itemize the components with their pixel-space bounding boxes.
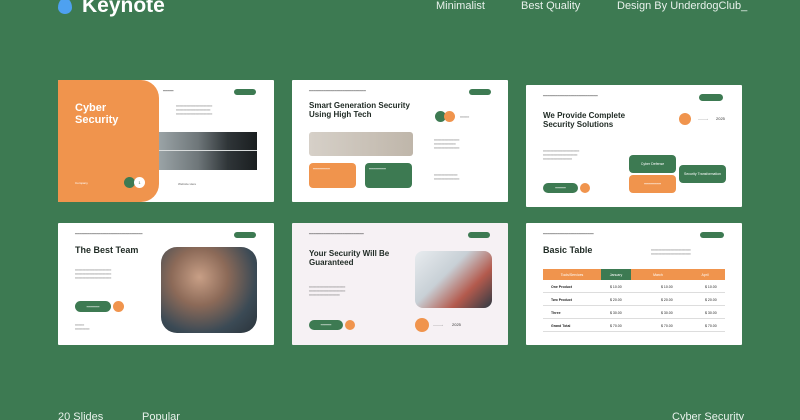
arrow-line: ———› xyxy=(433,323,443,327)
slide-thumbnail-2[interactable]: ━━━━━━━━━━━━━━━━━━━━━━━━━━━ Smart Genera… xyxy=(292,80,508,202)
slide-header: ━━━━━━━━━━━━━━━━━━━━━━━━━━━━━━━━ xyxy=(75,232,143,236)
dot-orange-2 xyxy=(580,183,590,193)
body-text: ━━━━━━━━━━━━━━━━━━━━━━━━━━━━━━━━━━━━━━━━… xyxy=(75,268,112,281)
feature-box-green: ━━━━━━━━ xyxy=(365,163,412,188)
header-pill xyxy=(700,232,724,238)
slide-thumbnail-5[interactable]: ━━━━━━━━━━━━━━━━━━━━━━━━━━ Your Security… xyxy=(292,223,508,345)
desk-photo xyxy=(309,132,413,156)
dot-orange xyxy=(679,113,691,125)
slide-title: The Best Team xyxy=(75,245,139,255)
dot-orange xyxy=(444,111,455,122)
row-label: Three xyxy=(551,311,561,315)
body-text: ━━━━━━━━━━━━━━━━━━━━━━━━━━━━━━━━━━━━━━━━… xyxy=(309,285,346,298)
row-label: One Product xyxy=(551,285,573,289)
brand-logo[interactable]: Keynote xyxy=(58,0,165,18)
header-pill xyxy=(699,94,723,101)
slide-thumbnail-3[interactable]: ━━━━━━━━━━━━━━━━━━━━━━━━━━ We Provide Co… xyxy=(526,85,742,207)
slide-title: Basic Table xyxy=(543,245,593,255)
cell: $ 70.00 xyxy=(610,324,622,328)
category-label: Cyber Security xyxy=(672,411,745,420)
home-icon xyxy=(415,318,429,332)
cell: $ 70.00 xyxy=(705,324,717,328)
slide-header: ━━━━━━━━━━━━━━━━━━━━━━━━━━ xyxy=(543,94,598,98)
col-header-tools: Tools/Services xyxy=(543,269,601,280)
arrow-line: ———› xyxy=(698,117,708,121)
side-note: ━━━━━ xyxy=(460,115,470,119)
header-pill xyxy=(234,232,256,238)
cyber-defense-box: Cyber Defense xyxy=(629,155,676,173)
slide-header: ━━━━━━━━━━━━━━━━━━━━━━━━━━━ xyxy=(309,89,366,93)
popular-label: Popular xyxy=(142,411,180,420)
table-row: Three $ 30.00 $ 30.00 $ 30.00 xyxy=(543,307,725,319)
year-label: 2025 xyxy=(716,116,725,121)
col-header-april: April xyxy=(685,269,725,280)
nav-minimalist[interactable]: Minimalist xyxy=(436,0,485,12)
row-label: Two Product xyxy=(551,298,572,302)
dot-orange xyxy=(345,320,355,330)
header-pill xyxy=(234,89,256,95)
cell: $ 30.00 xyxy=(705,311,717,315)
feature-box-orange: ━━━━━━━━ xyxy=(309,163,356,188)
cta-button[interactable]: ━━━━━━ xyxy=(75,301,111,312)
year-label: 2025 xyxy=(452,322,461,327)
cell: $ 10.00 xyxy=(705,285,717,289)
header-pill xyxy=(468,232,490,238)
slide-title: Your Security Will Be Guaranteed xyxy=(309,249,390,267)
office-photo xyxy=(415,251,492,308)
slide-header: ━━━━━━━━━━━━━━━━━━━━━━━━ xyxy=(543,232,594,236)
cell: $ 20.00 xyxy=(610,298,622,302)
cell: $ 20.00 xyxy=(661,298,673,302)
slide-thumbnail-6[interactable]: ━━━━━━━━━━━━━━━━━━━━━━━━ Basic Table ━━━… xyxy=(526,223,742,345)
orange-box: ━━━━━━━━ xyxy=(629,175,676,193)
nav-best-quality[interactable]: Best Quality xyxy=(521,0,580,12)
cell: $ 10.00 xyxy=(610,285,622,289)
body-text: ━━━━━━━━━━━━━━ ━━━━━━━━━━━━ ━━━━━━━━━━━━━━ xyxy=(434,138,460,151)
slide-thumbnail-1[interactable]: Cyber Security Company 1 ━━━━━ ━━━━━━━━━… xyxy=(58,80,274,202)
cta-button[interactable]: ━━━━━ xyxy=(309,320,343,330)
cell: $ 10.00 xyxy=(661,285,673,289)
cta-button[interactable]: ━━━━━ xyxy=(543,183,578,193)
row-label: Grand Total xyxy=(551,324,571,328)
top-bar: Keynote Minimalist Best Quality Design B… xyxy=(0,0,800,20)
body-text: ━━━━━━━━━━━━━━━━━━━━━━━━━━━━━━━━━━━━━━━━… xyxy=(543,149,580,162)
pier-photo xyxy=(159,132,257,170)
page-number: 1 xyxy=(134,177,145,188)
body-text-2: ━━━━━━━━━━━━━ ━━━━━━━━━━━━━━ xyxy=(434,173,460,182)
col-header-march: March xyxy=(631,269,685,280)
slide-header: ━━━━━━━━━━━━━━━━━━━━━━━━━━ xyxy=(309,232,364,236)
slide-title: We Provide Complete Security Solutions xyxy=(543,111,626,129)
dot-orange xyxy=(113,301,124,312)
cell: $ 20.00 xyxy=(705,298,717,302)
slide-count-label: 20 Slides xyxy=(58,411,104,420)
body-text: ━━━━━━━━━━━━━━━━━━━━━━━━━━━━━━━━━━━━━━━━… xyxy=(651,248,691,257)
table-row: Grand Total $ 70.00 $ 70.00 $ 70.00 xyxy=(543,320,725,332)
team-photo xyxy=(161,247,257,333)
cell: $ 30.00 xyxy=(661,311,673,315)
table-row: One Product $ 10.00 $ 10.00 $ 10.00 xyxy=(543,281,725,293)
header-pill xyxy=(469,89,491,95)
cell: $ 70.00 xyxy=(661,324,673,328)
company-label: Company xyxy=(75,181,88,185)
brand-name: Keynote xyxy=(82,0,165,17)
slide-title: Cyber Security xyxy=(75,102,119,127)
cell: $ 30.00 xyxy=(610,311,622,315)
nav-design-by[interactable]: Design By UnderdogClub_ xyxy=(617,0,747,12)
security-transformation-box: Security Transformation xyxy=(679,165,726,183)
slide-thumbnail-4[interactable]: ━━━━━━━━━━━━━━━━━━━━━━━━━━━━━━━━ The Bes… xyxy=(58,223,274,345)
slide-header: ━━━━━ xyxy=(163,89,174,93)
col-header-january: January xyxy=(601,269,631,280)
footer-text: ━━━━━ ━━━━━━━━ xyxy=(75,323,90,332)
drop-icon xyxy=(58,0,72,14)
body-text: ━━━━━━━━━━━━━━━━━━━━━━━━━━━━━━━━━━━━━━━━… xyxy=(176,104,213,117)
table-row: Two Product $ 20.00 $ 20.00 $ 20.00 xyxy=(543,294,725,306)
slide-title: Smart Generation Security Using High Tec… xyxy=(309,101,410,119)
website-label: Website Here xyxy=(178,182,197,186)
